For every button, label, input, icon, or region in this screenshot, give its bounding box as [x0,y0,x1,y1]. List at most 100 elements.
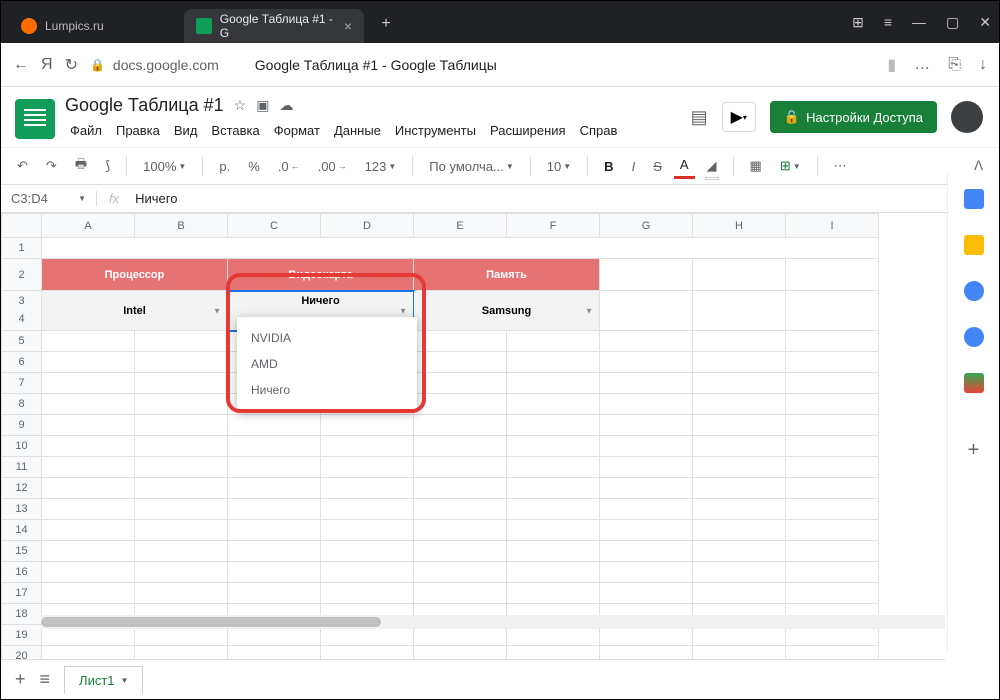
col-header[interactable]: H [693,214,786,238]
present-button[interactable]: ▶ ▾ [722,102,756,132]
dropdown-arrow-icon[interactable]: ▼ [213,306,221,315]
row-header[interactable]: 15 [2,541,42,562]
new-tab-button[interactable]: + [372,10,400,38]
bookmark-icon[interactable]: ▮ [887,55,896,75]
close-icon[interactable]: × [344,18,352,34]
toolbar-more-button[interactable]: ⋯ [828,154,853,178]
menu-insert[interactable]: Вставка [206,120,264,141]
paint-format-icon[interactable]: ⟆ [99,154,116,178]
row-header[interactable]: 34 [2,291,42,331]
reload-icon[interactable]: ↻ [65,55,78,75]
spreadsheet-grid[interactable]: A B C D E F G H I 1 2 Процессор Видеокар… [1,213,999,669]
zoom-select[interactable]: 100% ▼ [137,155,192,178]
col-header[interactable]: D [321,214,414,238]
row-header[interactable]: 1 [2,238,42,259]
browser-tab-active[interactable]: Google Таблица #1 - G × [184,9,364,43]
strike-button[interactable]: S [647,155,668,178]
row-header[interactable]: 17 [2,583,42,604]
all-sheets-icon[interactable]: ≡ [40,669,51,690]
col-header[interactable]: A [42,214,135,238]
dropdown-option[interactable]: Ничего [237,377,417,403]
row-header[interactable]: 19 [2,625,42,646]
row-header[interactable]: 13 [2,499,42,520]
decrease-decimal-button[interactable]: .0← [272,155,306,178]
row-header[interactable]: 12 [2,478,42,499]
header-videocard[interactable]: Видеокарта [228,259,414,291]
select-all-corner[interactable] [2,214,42,238]
menu-view[interactable]: Вид [169,120,203,141]
row-header[interactable]: 2 [2,259,42,291]
cloud-icon[interactable]: ☁ [279,97,293,114]
text-color-button[interactable]: A [674,153,695,179]
col-header[interactable]: E [414,214,507,238]
extensions-icon[interactable]: ⎘ [948,56,961,74]
percent-button[interactable]: % [242,155,266,178]
menu-extensions[interactable]: Расширения [485,120,571,141]
row-header[interactable]: 10 [2,436,42,457]
add-panel-icon[interactable]: + [968,439,980,462]
col-header[interactable]: B [135,214,228,238]
comments-icon[interactable]: ▤ [691,107,708,128]
star-icon[interactable]: ☆ [234,97,247,114]
undo-icon[interactable]: ↶ [11,154,34,178]
document-title[interactable]: Google Таблица #1 [65,95,224,116]
sheets-logo-icon[interactable] [15,99,55,139]
move-icon[interactable]: ▣ [256,97,269,114]
format-123-button[interactable]: 123 ▼ [359,155,403,178]
font-select[interactable]: По умолча... ▼ [423,155,519,178]
url-box[interactable]: 🔒 docs.google.com [90,57,219,73]
chevron-down-icon[interactable]: ▼ [121,676,129,685]
row-header[interactable]: 5 [2,331,42,352]
row-header[interactable]: 9 [2,415,42,436]
library-icon[interactable]: ⊞ [852,14,864,31]
more-icon[interactable]: … [914,56,930,74]
cell-memory-value[interactable]: Samsung ▼ [414,291,600,331]
menu-tools[interactable]: Инструменты [390,120,481,141]
row-header[interactable]: 7 [2,373,42,394]
browser-tab-inactive[interactable]: Lumpics.ru [9,9,184,43]
merge-button[interactable]: ⊞ ▼ [774,154,807,178]
menu-icon[interactable]: ≡ [884,14,892,30]
dropdown-arrow-icon[interactable]: ▼ [399,306,407,315]
bold-button[interactable]: B [598,155,619,178]
row-header[interactable]: 18 [2,604,42,625]
italic-button[interactable]: I [626,155,642,178]
print-icon[interactable]: 🖶 [69,151,93,181]
keep-icon[interactable] [964,235,984,255]
font-size-select[interactable]: 10 ▼ [541,155,577,178]
menu-edit[interactable]: Правка [111,120,165,141]
maximize-icon[interactable]: ▢ [946,14,959,31]
menu-format[interactable]: Формат [269,120,325,141]
header-memory[interactable]: Память [414,259,600,291]
close-window-icon[interactable]: ✕ [979,14,991,31]
share-button[interactable]: 🔒 Настройки Доступа [770,101,937,133]
menu-help[interactable]: Справ [575,120,623,141]
row-header[interactable]: 8 [2,394,42,415]
menu-file[interactable]: Файл [65,120,107,141]
download-icon[interactable]: ↓ [979,56,987,74]
cell-processor-value[interactable]: Intel ▼ [42,291,228,331]
row-header[interactable]: 16 [2,562,42,583]
name-box[interactable]: C3:D4 ▼ [1,191,97,206]
maps-icon[interactable] [964,373,984,393]
back-icon[interactable]: ← [13,56,29,74]
tasks-icon[interactable] [964,281,984,301]
account-avatar[interactable] [951,101,983,133]
dropdown-option[interactable]: NVIDIA [237,325,417,351]
increase-decimal-button[interactable]: .00→ [312,155,353,178]
col-header[interactable]: F [507,214,600,238]
horizontal-scrollbar[interactable] [41,615,945,629]
formula-value[interactable]: Ничего [131,191,181,206]
calendar-icon[interactable] [964,189,984,209]
contacts-icon[interactable] [964,327,984,347]
fill-color-button[interactable]: ◢ [701,154,723,178]
borders-button[interactable]: ▦ [744,154,768,178]
row-header[interactable]: 6 [2,352,42,373]
menu-data[interactable]: Данные [329,120,386,141]
data-validation-dropdown[interactable]: NVIDIA AMD Ничего [237,317,417,411]
yandex-icon[interactable]: Я [41,56,53,74]
sheet-tab-active[interactable]: Лист1 ▼ [64,666,143,694]
minimize-icon[interactable]: — [912,14,926,30]
col-header[interactable]: I [786,214,879,238]
col-header[interactable]: C [228,214,321,238]
